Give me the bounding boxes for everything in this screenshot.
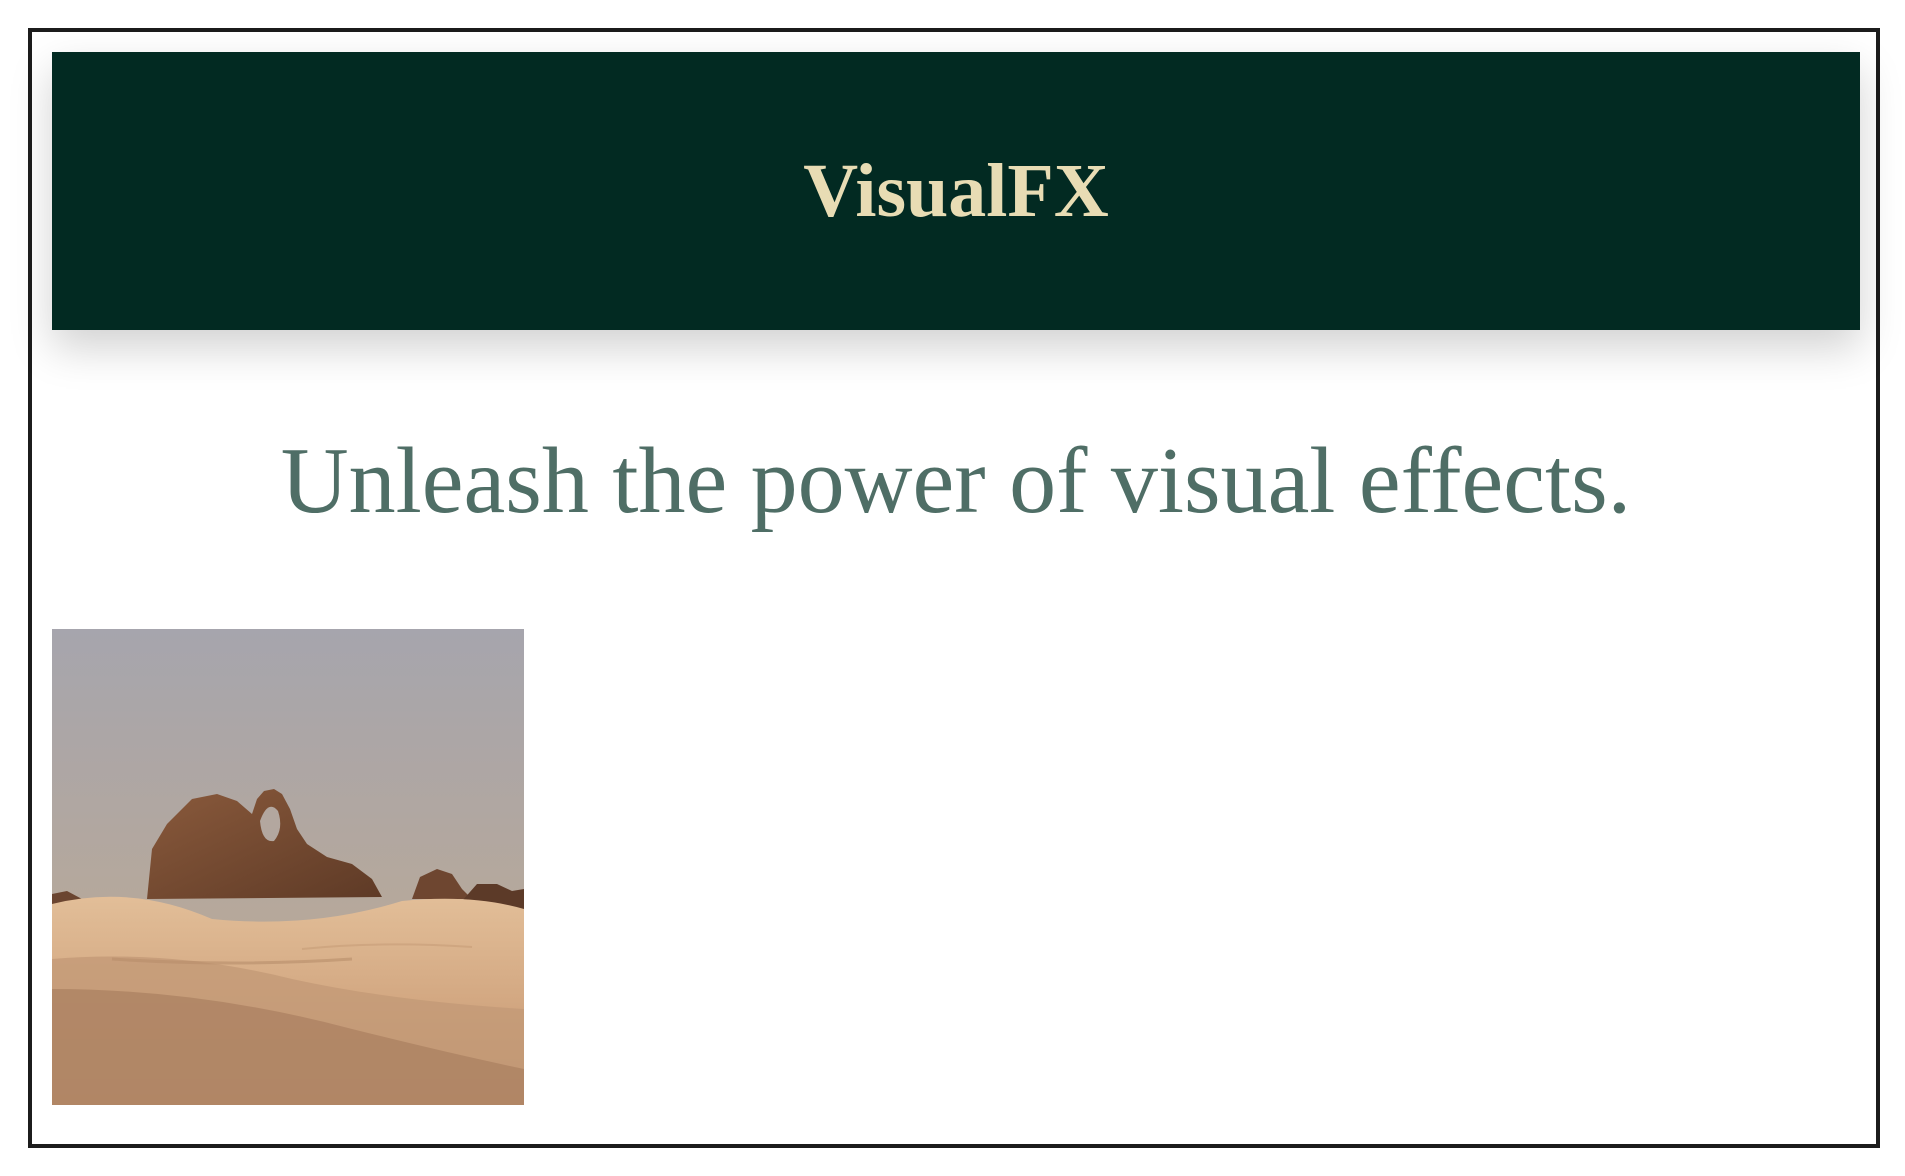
hero-tagline: Unleash the power of visual effects. <box>280 429 1632 533</box>
page-frame: VisualFX Unleash the power of visual eff… <box>28 28 1880 1148</box>
site-header: VisualFX <box>52 52 1860 330</box>
brand-title[interactable]: VisualFX <box>803 148 1108 235</box>
desert-rock-image <box>52 629 524 1105</box>
